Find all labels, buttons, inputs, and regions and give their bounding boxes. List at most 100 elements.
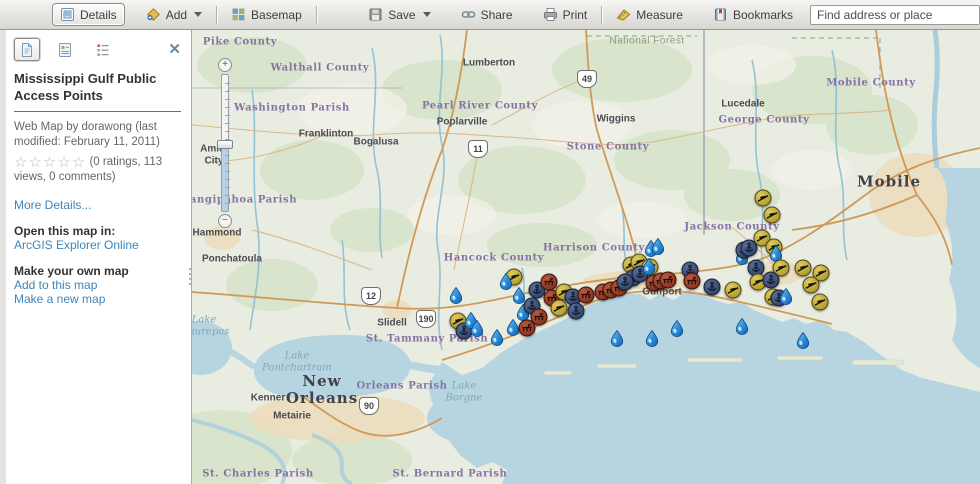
save-button[interactable]: Save [361,4,437,25]
map-label: Mobile County [826,77,916,89]
highway-shield: 190 [416,310,436,328]
toolbar-divider [316,6,317,24]
map-marker-water-drop[interactable] [646,330,659,347]
save-icon [368,7,383,22]
map-label: Kenner [251,392,285,404]
basemap-label: Basemap [251,8,302,22]
highway-shield: 11 [468,140,488,158]
add-caret-icon [194,12,202,17]
map-marker-boat-ramp[interactable] [795,260,812,277]
make-new-map-link[interactable]: Make a new map [14,292,105,306]
map-label: Wiggins [597,113,636,125]
map-marker-water-drop[interactable] [736,318,749,335]
map-marker-water-drop[interactable] [611,330,624,347]
share-button[interactable]: Share [454,4,520,25]
map-label: Bogalusa [353,136,398,148]
add-label: Add [166,8,187,22]
zoom-control: + − [216,58,234,228]
legend-icon [95,42,111,58]
map-marker-marina[interactable] [763,272,780,289]
map-marker-boat-ramp[interactable] [803,277,820,294]
map-label: Pearl River County [422,100,538,112]
map-label: George County [718,114,809,126]
map-marker-pier[interactable] [578,287,595,304]
map-marker-water-drop[interactable] [797,332,810,349]
bookmarks-label: Bookmarks [733,8,793,22]
map-label: Poplarville [437,116,488,128]
map-label: Harrison County [543,242,645,254]
map-label: Lake Maurepas [192,315,229,338]
rating-stars-icon[interactable]: ☆☆☆☆☆ [14,154,86,171]
basemap-button[interactable]: Basemap [224,4,309,25]
map-marker-marina[interactable] [704,279,721,296]
add-button[interactable]: Add [139,4,209,25]
zoom-slider-handle[interactable] [217,140,233,149]
map-marker-pier[interactable] [660,272,677,289]
add-to-map-link[interactable]: Add to this map [14,278,97,292]
share-icon [461,7,476,22]
tab-about[interactable] [14,38,40,61]
map-label: Lake Pontchartrain [262,351,332,374]
top-toolbar: Details Add Basemap Save Share Print Mea [0,0,980,30]
map-label: Pike County [203,36,277,48]
rating-line: ☆☆☆☆☆ (0 ratings, 113 views, 0 comments) [14,155,181,186]
map-marker-water-drop[interactable] [652,238,665,255]
map-label: Hancock County [444,252,544,264]
close-panel-icon[interactable]: ✕ [168,42,181,57]
map-marker-boat-ramp[interactable] [764,207,781,224]
map-marker-water-drop[interactable] [643,258,656,275]
map-canvas[interactable]: Pike CountyWalthall CountyWashington Par… [192,30,980,484]
more-details-link[interactable]: More Details... [14,198,91,212]
toolbar-divider [216,6,217,24]
zoom-out-button[interactable]: − [218,214,232,228]
details-icon [60,7,75,22]
map-marker-water-drop[interactable] [500,273,513,290]
map-byline: Web Map by dorawong (last modified: Febr… [14,120,181,151]
tab-contents[interactable] [52,38,78,61]
map-label: Hammond [193,227,242,239]
map-label: National Forest [609,35,684,47]
map-label: Tangipahoa Parish [192,194,297,206]
map-label: Walthall County [271,62,370,74]
details-panel-tabs: ✕ [14,38,181,61]
about-page-icon [19,42,35,58]
map-marker-marina[interactable] [568,303,585,320]
map-marker-boat-ramp[interactable] [725,282,742,299]
map-marker-water-drop[interactable] [450,287,463,304]
basemap-icon [231,7,246,22]
panel-collapse-handle[interactable] [187,268,192,294]
measure-button[interactable]: Measure [609,4,690,25]
arcgis-explorer-link[interactable]: ArcGIS Explorer Online [14,238,139,252]
map-marker-water-drop[interactable] [671,320,684,337]
share-label: Share [481,8,513,22]
map-label: St. Charles Parish [202,468,314,480]
map-marker-boat-ramp[interactable] [755,190,772,207]
measure-label: Measure [636,8,683,22]
print-button[interactable]: Print [536,4,595,25]
map-marker-water-drop[interactable] [491,329,504,346]
map-marker-boat-ramp[interactable] [551,300,568,317]
add-icon [146,7,161,22]
map-label: Ponchatoula [202,253,262,265]
map-marker-water-drop[interactable] [780,288,793,305]
tab-legend[interactable] [90,38,116,61]
map-label: Lumberton [463,57,515,69]
open-map-label: Open this map in: [14,224,181,238]
map-marker-water-drop[interactable] [471,320,484,337]
map-marker-pier[interactable] [684,273,701,290]
map-label: Mobile [857,173,921,190]
map-marker-marina[interactable] [617,274,634,291]
bookmarks-button[interactable]: Bookmarks [706,4,800,25]
map-marker-pier[interactable] [519,320,536,337]
search-input[interactable] [810,5,980,25]
map-label: Orleans Parish [356,380,447,392]
details-panel: ✕ Mississippi Gulf Public Access Points … [0,30,192,484]
contents-list-icon [57,42,73,58]
map-marker-pier[interactable] [541,274,558,291]
map-label: Slidell [377,317,406,329]
print-icon [543,7,558,22]
details-button[interactable]: Details [52,3,125,26]
zoom-in-button[interactable]: + [218,58,232,72]
map-label: Lucedale [721,98,764,110]
map-marker-boat-ramp[interactable] [812,294,829,311]
